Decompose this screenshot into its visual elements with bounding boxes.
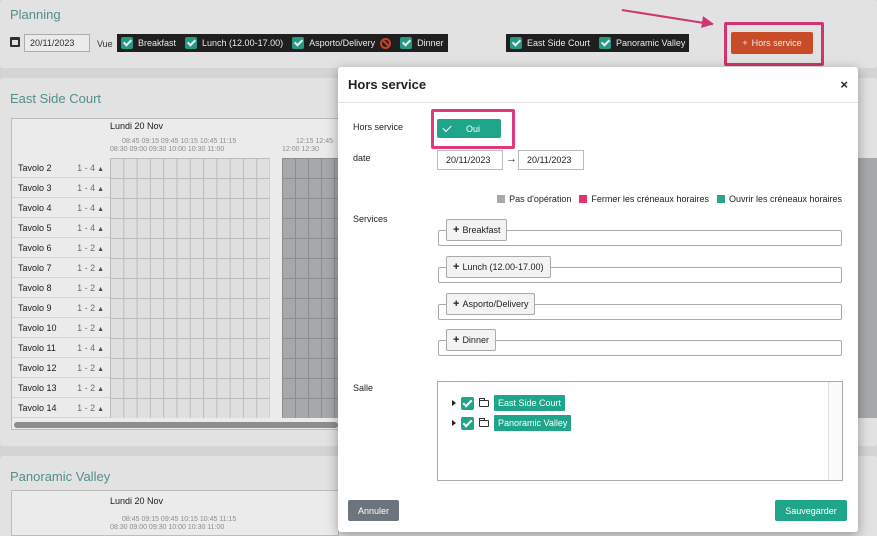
service-row-breakfast: + Breakfast [438,219,842,246]
legend: Pas d'opération Fermer les créneaux hora… [497,194,842,204]
close-icon[interactable]: × [840,77,848,92]
legend-item: Fermer les créneaux horaires [579,194,709,204]
service-row-dinner: + Dinner [438,329,842,356]
plus-icon: + [453,334,460,346]
plus-icon: + [453,298,460,310]
salle-tree: East Side Court Panoramic Valley [437,381,843,481]
date-from-input[interactable]: 20/11/2023 [437,150,503,170]
checkbox-icon[interactable] [461,396,474,410]
tree-node-label[interactable]: Panoramic Valley [494,415,572,431]
salle-label: Salle [353,383,374,393]
expand-caret-icon[interactable] [452,400,456,406]
modal-header: Hors service × [338,67,858,103]
tree-node-panoramic-valley[interactable]: Panoramic Valley [452,415,572,431]
save-button[interactable]: Sauvegarder [775,500,847,521]
hors-service-label: Hors service [353,122,404,132]
date-to-input[interactable]: 20/11/2023 [518,150,584,170]
checkbox-icon[interactable] [461,416,474,430]
add-lunch-button[interactable]: + Lunch (12.00-17.00) [446,256,551,278]
legend-item: Ouvrir les créneaux horaires [716,194,842,204]
add-dinner-button[interactable]: + Dinner [446,329,496,351]
add-asporto-button[interactable]: + Asporto/Delivery [446,293,536,315]
date-label: date [353,153,371,163]
tree-scrollbar[interactable] [828,382,842,480]
plus-icon: + [453,224,460,236]
tree-node-label[interactable]: East Side Court [494,395,566,411]
expand-caret-icon[interactable] [452,420,456,426]
legend-swatch-red [579,195,588,203]
tree-node-east-side-court[interactable]: East Side Court [452,395,566,411]
service-row-asporto: + Asporto/Delivery [438,293,842,320]
cancel-button[interactable]: Annuler [348,500,399,521]
services-label: Services [353,214,388,224]
modal-title: Hors service [348,77,427,92]
legend-item: Pas d'opération [497,194,571,204]
folder-icon [479,397,489,407]
hors-service-modal: Hors service × Hors service Oui date 20/… [338,67,858,532]
highlight-box-oui [431,109,515,149]
legend-swatch-gray [497,195,506,203]
folder-icon [479,417,489,427]
plus-icon: + [453,261,460,273]
add-breakfast-button[interactable]: + Breakfast [446,219,508,241]
arrow-right-icon: → [506,153,517,165]
service-row-lunch: + Lunch (12.00-17.00) [438,256,842,283]
legend-swatch-green [716,195,725,203]
